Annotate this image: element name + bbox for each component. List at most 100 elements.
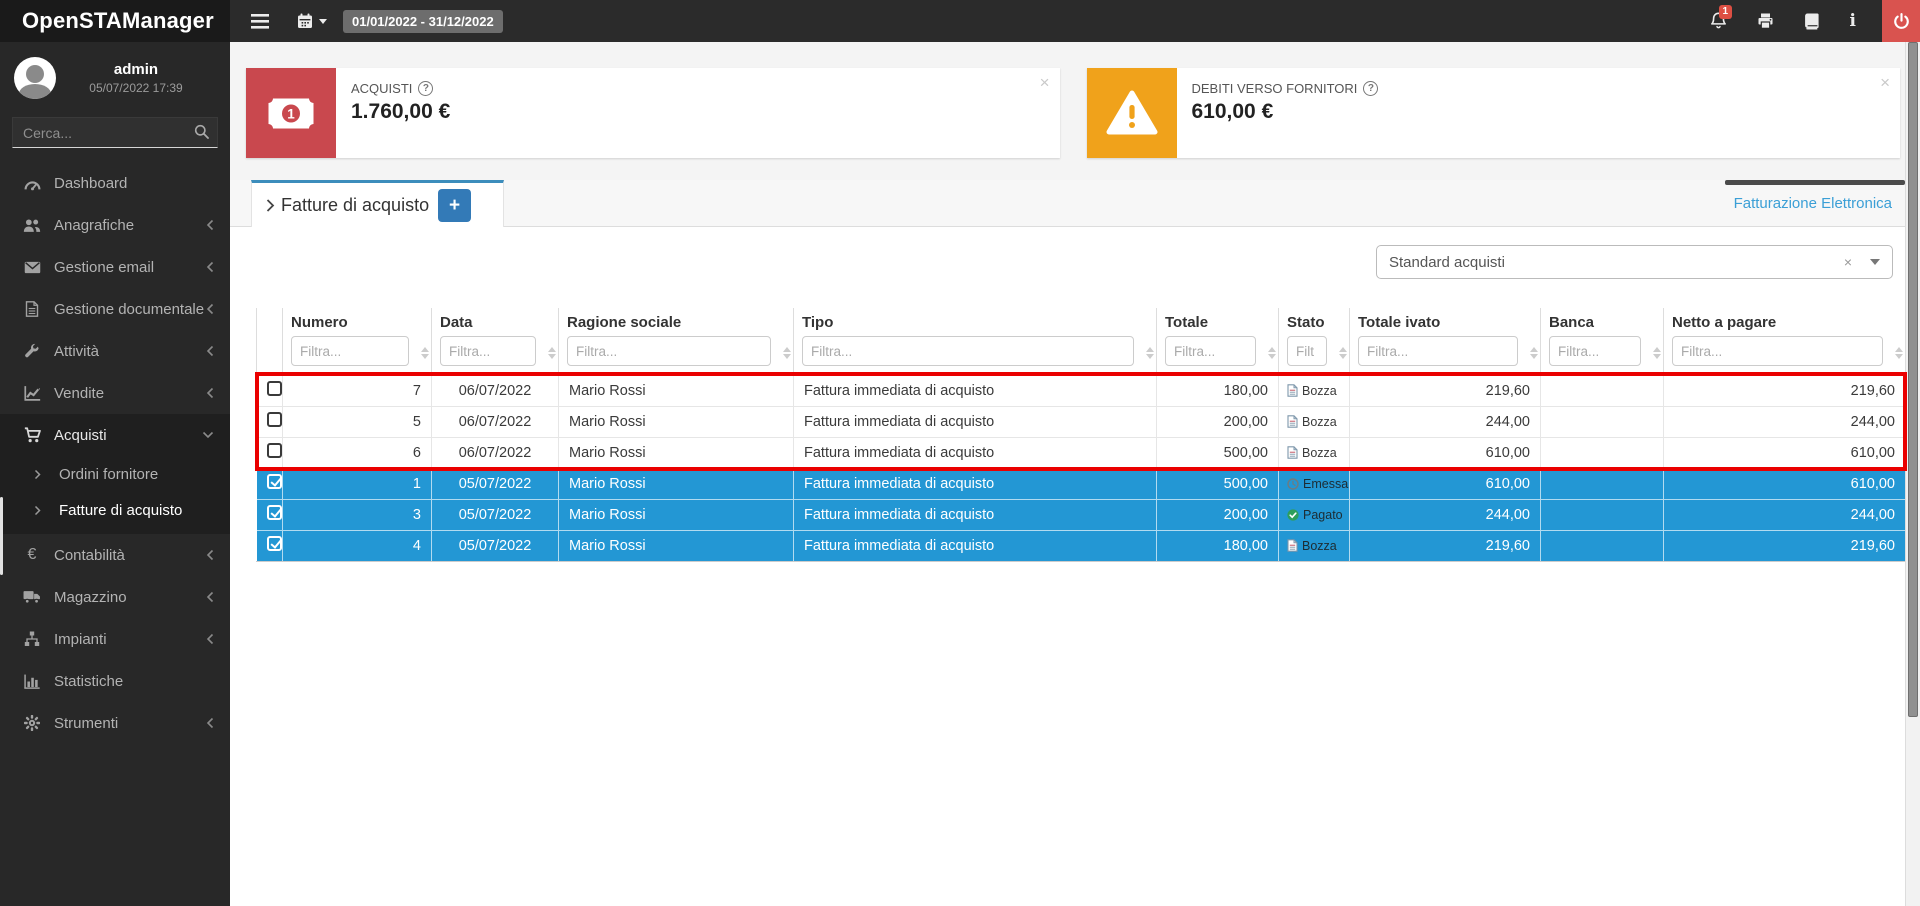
fatturazione-elettronica-link[interactable]: Fatturazione Elettronica (1734, 195, 1892, 212)
column-header[interactable]: Stato (1279, 308, 1350, 334)
date-range-badge[interactable]: 01/01/2022 - 31/12/2022 (343, 10, 503, 33)
row-checkbox[interactable] (267, 443, 282, 458)
column-header[interactable]: Tipo (794, 308, 1157, 334)
cell-ragione-sociale[interactable]: Mario Rossi (559, 468, 794, 499)
sidebar-item-impianti[interactable]: Impianti (0, 618, 230, 660)
cell-totale-ivato[interactable]: 610,00 (1350, 437, 1541, 468)
sort-icons[interactable] (1339, 347, 1347, 359)
cell-netto-a-pagare[interactable]: 219,60 (1664, 530, 1906, 561)
filter-input-numero[interactable] (291, 336, 409, 366)
sidebar-item-ordini-fornitore[interactable]: Ordini fornitore (0, 456, 230, 492)
cell-totale-ivato[interactable]: 610,00 (1350, 468, 1541, 499)
cell-tipo[interactable]: Fattura immediata di acquisto (794, 406, 1157, 437)
column-header[interactable]: Totale ivato (1350, 308, 1541, 334)
cell-banca[interactable] (1541, 375, 1664, 406)
help-icon[interactable]: ? (1363, 81, 1378, 96)
cell-banca[interactable] (1541, 468, 1664, 499)
column-header[interactable]: Banca (1541, 308, 1664, 334)
sort-icons[interactable] (421, 347, 429, 359)
table-row[interactable]: 405/07/2022Mario RossiFattura immediata … (257, 530, 1906, 561)
sidebar-item-vendite[interactable]: Vendite (0, 372, 230, 414)
cell-totale[interactable]: 180,00 (1157, 375, 1279, 406)
column-header[interactable]: Data (432, 308, 559, 334)
cell-stato[interactable]: Bozza (1279, 530, 1350, 561)
cell-data[interactable]: 05/07/2022 (432, 530, 559, 561)
help-icon[interactable]: ? (418, 81, 433, 96)
cell-ragione-sociale[interactable]: Mario Rossi (559, 437, 794, 468)
cell-checkbox[interactable] (257, 530, 283, 561)
cell-checkbox[interactable] (257, 468, 283, 499)
saved-filter-select[interactable]: Standard acquisti × (1376, 245, 1893, 279)
sort-icons[interactable] (1653, 347, 1661, 359)
cell-totale-ivato[interactable]: 219,60 (1350, 375, 1541, 406)
cell-totale[interactable]: 200,00 (1157, 406, 1279, 437)
cell-totale[interactable]: 500,00 (1157, 437, 1279, 468)
close-icon[interactable]: × (1040, 74, 1050, 91)
cell-totale-ivato[interactable]: 244,00 (1350, 499, 1541, 530)
table-row[interactable]: 706/07/2022Mario RossiFattura immediata … (257, 375, 1906, 406)
cell-ragione-sociale[interactable]: Mario Rossi (559, 499, 794, 530)
row-checkbox[interactable] (267, 381, 282, 396)
sidebar-item-fatture-di-acquisto[interactable]: Fatture di acquisto (0, 492, 230, 528)
select-caret-icon[interactable] (1870, 259, 1880, 265)
clear-filter-icon[interactable]: × (1844, 254, 1852, 270)
sort-icons[interactable] (548, 347, 556, 359)
cell-banca[interactable] (1541, 406, 1664, 437)
cell-data[interactable]: 05/07/2022 (432, 499, 559, 530)
cell-numero[interactable]: 6 (283, 437, 432, 468)
cell-stato[interactable]: Emessa (1279, 468, 1350, 499)
info-button[interactable]: i (1850, 11, 1856, 31)
hamburger-menu-icon[interactable] (251, 14, 269, 29)
cell-stato[interactable]: Bozza (1279, 375, 1350, 406)
cell-tipo[interactable]: Fattura immediata di acquisto (794, 499, 1157, 530)
cell-checkbox[interactable] (257, 437, 283, 468)
sidebar-scrollbar[interactable] (0, 497, 3, 575)
logout-button[interactable] (1882, 0, 1920, 42)
sidebar-item-acquisti[interactable]: Acquisti (0, 414, 230, 456)
sidebar-item-gestione-documentale[interactable]: Gestione documentale (0, 288, 230, 330)
row-checkbox[interactable] (267, 474, 282, 489)
filter-input-ragione-sociale[interactable] (567, 336, 771, 366)
sidebar-item-anagrafiche[interactable]: Anagrafiche (0, 204, 230, 246)
cell-data[interactable]: 06/07/2022 (432, 375, 559, 406)
sidebar-item-contabilita[interactable]: € Contabilità (0, 534, 230, 576)
column-header[interactable]: Numero (283, 308, 432, 334)
calendar-dropdown[interactable] (297, 13, 327, 29)
sidebar-item-magazzino[interactable]: Magazzino (0, 576, 230, 618)
cell-tipo[interactable]: Fattura immediata di acquisto (794, 375, 1157, 406)
cell-netto-a-pagare[interactable]: 244,00 (1664, 499, 1906, 530)
row-checkbox[interactable] (267, 536, 282, 551)
cell-stato[interactable]: Bozza (1279, 406, 1350, 437)
cell-numero[interactable]: 7 (283, 375, 432, 406)
row-checkbox[interactable] (267, 412, 282, 427)
sort-icons[interactable] (1268, 347, 1276, 359)
cell-netto-a-pagare[interactable]: 610,00 (1664, 437, 1906, 468)
cell-numero[interactable]: 1 (283, 468, 432, 499)
cell-banca[interactable] (1541, 499, 1664, 530)
cell-stato[interactable]: Bozza (1279, 437, 1350, 468)
cell-netto-a-pagare[interactable]: 610,00 (1664, 468, 1906, 499)
search-input[interactable] (12, 117, 218, 148)
notifications-button[interactable]: 1 (1710, 12, 1727, 30)
docs-button[interactable] (1804, 13, 1820, 30)
filter-input-totale[interactable] (1165, 336, 1256, 366)
app-logo[interactable]: OpenSTAManager (0, 0, 230, 42)
column-header[interactable]: Ragione sociale (559, 308, 794, 334)
cell-banca[interactable] (1541, 437, 1664, 468)
column-header[interactable]: Totale (1157, 308, 1279, 334)
cell-numero[interactable]: 4 (283, 530, 432, 561)
cell-checkbox[interactable] (257, 406, 283, 437)
scrollbar-thumb[interactable] (1908, 42, 1918, 717)
tab-fatture-di-acquisto[interactable]: Fatture di acquisto + (251, 180, 504, 227)
cell-data[interactable]: 06/07/2022 (432, 437, 559, 468)
cell-data[interactable]: 05/07/2022 (432, 468, 559, 499)
sort-icons[interactable] (783, 347, 791, 359)
cell-netto-a-pagare[interactable]: 219,60 (1664, 375, 1906, 406)
cell-ragione-sociale[interactable]: Mario Rossi (559, 375, 794, 406)
sort-icons[interactable] (1895, 347, 1903, 359)
filter-input-netto-a-pagare[interactable] (1672, 336, 1883, 366)
close-icon[interactable]: × (1880, 74, 1890, 91)
cell-numero[interactable]: 3 (283, 499, 432, 530)
filter-input-stato[interactable] (1287, 336, 1327, 366)
filter-input-data[interactable] (440, 336, 536, 366)
